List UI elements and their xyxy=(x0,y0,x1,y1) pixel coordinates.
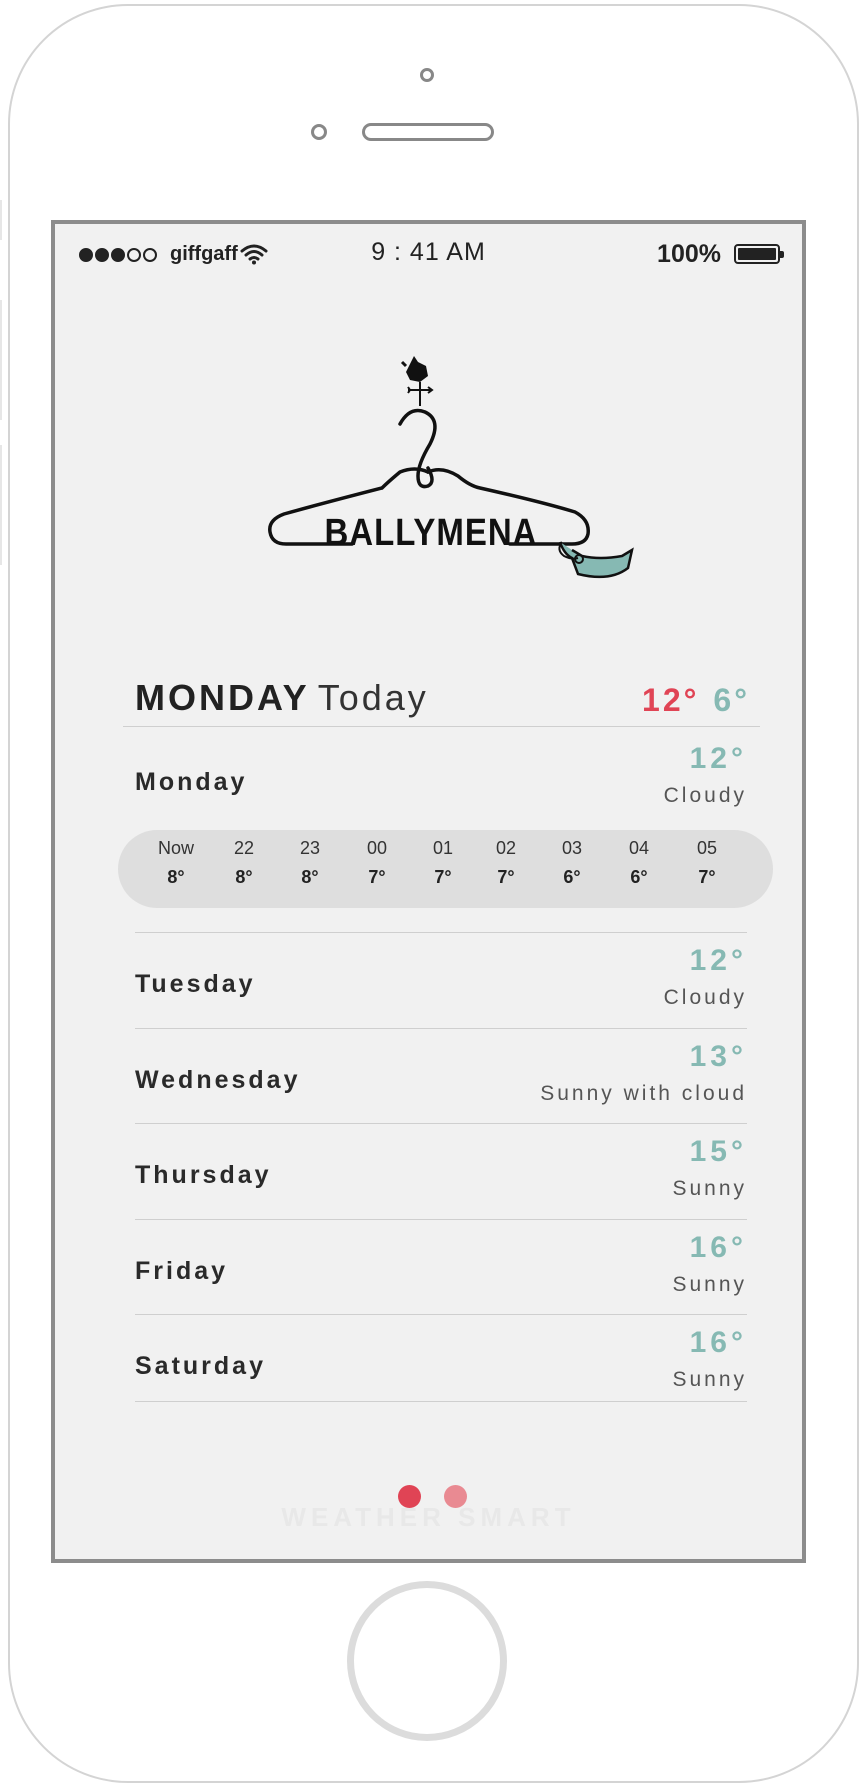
today-high-temp: 12° xyxy=(642,682,700,718)
hour-temp: 6° xyxy=(563,867,581,887)
current-day-row[interactable]: Monday 12° Cloudy xyxy=(135,742,747,837)
battery-percentage: 100% xyxy=(657,240,721,268)
day-temp: 13° xyxy=(689,1039,747,1073)
day-name: Friday xyxy=(135,1256,229,1285)
hourly-item: 00 7° xyxy=(347,838,407,888)
forecast-row[interactable]: Thursday 15° Sunny xyxy=(135,1135,747,1230)
hourly-item: 01 7° xyxy=(413,838,473,888)
battery-icon xyxy=(734,244,784,264)
hour-temp: 7° xyxy=(497,867,515,887)
hourly-item: 02 7° xyxy=(476,838,536,888)
hour-temp: 6° xyxy=(630,867,648,887)
hour-time: 02 xyxy=(495,838,517,858)
hourly-item: 23 8° xyxy=(280,838,340,888)
forecast-row[interactable]: Tuesday 12° Cloudy xyxy=(135,944,747,1039)
weathervane-icon xyxy=(400,356,434,406)
day-condition: Sunny with cloud xyxy=(540,1081,747,1105)
hourly-item: 22 8° xyxy=(214,838,274,888)
watermark-text: WEATHER SMART xyxy=(281,1502,576,1532)
day-condition: Sunny xyxy=(672,1177,747,1200)
day-name: Saturday xyxy=(135,1352,266,1380)
proximity-sensor xyxy=(311,124,327,140)
day-name: Tuesday xyxy=(135,970,256,998)
forecast-row[interactable]: Saturday 16° Sunny xyxy=(135,1326,747,1421)
day-condition: Sunny xyxy=(672,1272,747,1296)
divider xyxy=(135,932,747,933)
today-header: MONDAY Today xyxy=(135,677,429,719)
hourly-forecast-strip[interactable]: Now 8° 22 8° 23 8° 00 7° 01 7° 02 7° 03 6° 04 6° 05 7° xyxy=(118,830,773,908)
hour-time: 04 xyxy=(628,838,650,858)
today-label: Today xyxy=(317,677,429,718)
hour-temp: 8° xyxy=(167,867,185,887)
today-day: MONDAY xyxy=(135,677,310,718)
day-name: Wednesday xyxy=(135,1065,301,1094)
volume-down-button xyxy=(0,445,8,565)
day-temp: 16° xyxy=(689,1326,747,1359)
hour-temp: 7° xyxy=(368,867,386,887)
page-indicator-dot[interactable] xyxy=(444,1485,467,1508)
page-indicator-dot-active[interactable] xyxy=(398,1485,421,1508)
day-temp: 12° xyxy=(689,742,747,775)
day-temp: 12° xyxy=(689,944,747,977)
hourly-item: 04 6° xyxy=(609,838,669,888)
hour-temp: 8° xyxy=(301,867,319,887)
hour-temp: 8° xyxy=(235,867,253,887)
hourly-item: Now 8° xyxy=(146,838,206,888)
today-high-low: 12° 6° xyxy=(642,682,750,719)
hour-time: 22 xyxy=(233,838,255,858)
day-temp: 15° xyxy=(689,1135,747,1168)
day-temp: 16° xyxy=(689,1230,747,1264)
divider xyxy=(135,1218,747,1220)
forecast-row[interactable]: Friday 16° Sunny xyxy=(135,1231,747,1326)
status-bar: giffgaff 9 : 41 AM 100% xyxy=(55,238,802,268)
day-condition: Sunny xyxy=(672,1368,747,1391)
hour-time: 01 xyxy=(432,838,454,858)
divider xyxy=(123,726,760,727)
hourly-item: 05 7° xyxy=(677,838,737,888)
app-screen: giffgaff 9 : 41 AM 100% BALLYMENA MONDAY… xyxy=(51,220,806,1563)
hour-temp: 7° xyxy=(698,867,716,887)
logo-text: BALLYMENA xyxy=(324,511,537,554)
volume-up-button xyxy=(0,300,8,420)
day-name: Monday xyxy=(135,768,248,796)
earpiece-speaker xyxy=(362,123,494,141)
divider xyxy=(135,1314,747,1315)
hour-time: 03 xyxy=(561,838,583,858)
divider xyxy=(135,1123,747,1124)
today-low-temp: 6° xyxy=(713,682,750,718)
divider xyxy=(135,1401,747,1402)
forecast-row[interactable]: Wednesday 13° Sunny with cloud xyxy=(135,1040,747,1135)
mute-switch xyxy=(0,200,8,240)
divider xyxy=(135,1027,747,1029)
hour-temp: 7° xyxy=(434,867,452,887)
home-button[interactable] xyxy=(347,1581,507,1741)
hour-time: 05 xyxy=(696,838,718,858)
day-condition: Cloudy xyxy=(663,986,747,1009)
front-camera xyxy=(420,68,434,82)
hour-time: Now xyxy=(157,838,194,858)
day-condition: Cloudy xyxy=(663,784,747,807)
day-name: Thursday xyxy=(135,1161,272,1189)
ballymena-hanger-logo: BALLYMENA xyxy=(268,356,634,579)
hour-time: 00 xyxy=(366,838,388,858)
hour-time: 23 xyxy=(299,838,321,858)
hourly-item: 03 6° xyxy=(542,838,602,888)
